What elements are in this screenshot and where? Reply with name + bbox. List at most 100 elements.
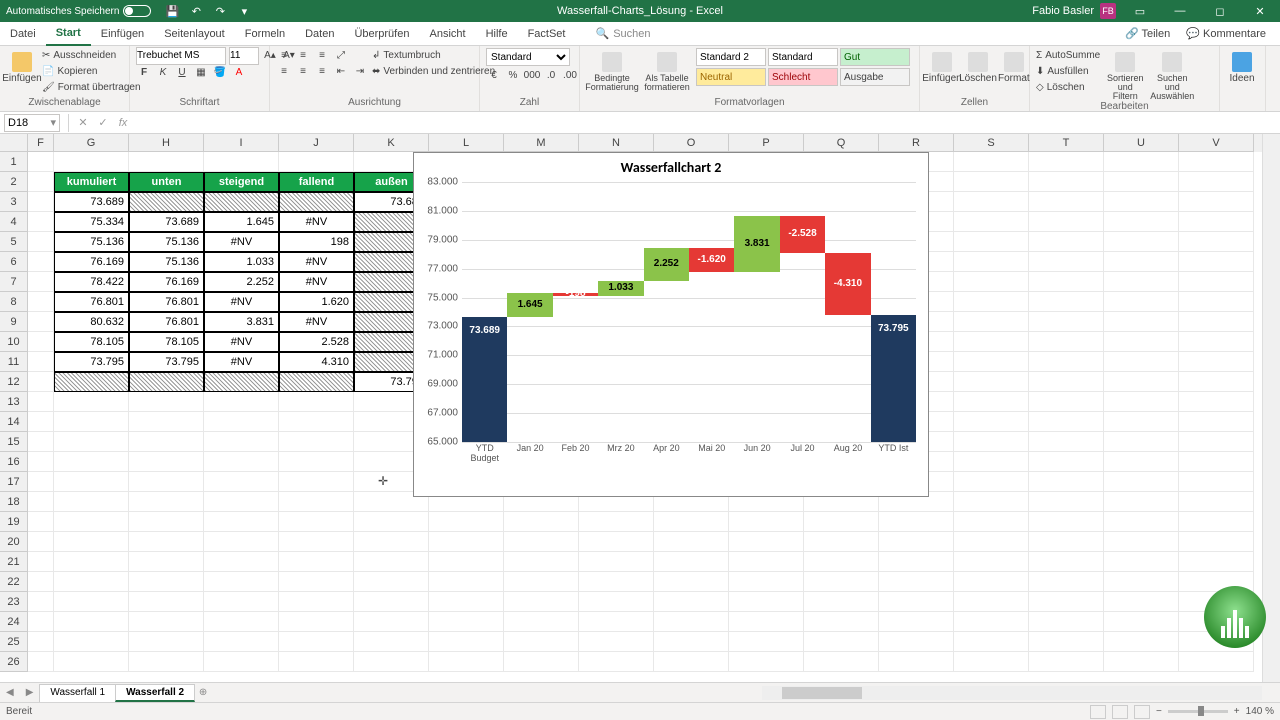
cell[interactable] [1029, 352, 1104, 372]
cell[interactable] [28, 292, 54, 312]
row-header[interactable]: 25 [0, 632, 28, 652]
cell[interactable] [354, 612, 429, 632]
cell[interactable] [879, 552, 954, 572]
cell[interactable] [129, 152, 204, 172]
share-button[interactable]: 🔗 Teilen [1119, 25, 1176, 42]
zoom-slider[interactable] [1168, 710, 1228, 713]
cell[interactable] [204, 392, 279, 412]
cell[interactable] [1029, 272, 1104, 292]
cell[interactable] [129, 512, 204, 532]
normal-view-icon[interactable] [1090, 705, 1106, 719]
cell[interactable] [1179, 292, 1254, 312]
cell[interactable]: 1.620 [279, 292, 354, 312]
cell[interactable] [879, 532, 954, 552]
italic-icon[interactable]: K [155, 65, 171, 81]
cell[interactable] [54, 432, 129, 452]
align-bottom-icon[interactable]: ≡ [314, 48, 330, 64]
clear-button[interactable]: ◇ Löschen [1036, 80, 1100, 95]
cell[interactable] [204, 552, 279, 572]
cell[interactable]: 1.645 [204, 212, 279, 232]
ribbon-tab-daten[interactable]: Daten [295, 22, 344, 45]
cell[interactable] [429, 512, 504, 532]
cell[interactable] [54, 592, 129, 612]
user-area[interactable]: Fabio Basler FB [1032, 3, 1120, 19]
col-header[interactable]: I [204, 134, 279, 152]
cell[interactable] [1029, 212, 1104, 232]
cell[interactable]: 75.136 [54, 232, 129, 252]
col-header[interactable]: K [354, 134, 429, 152]
cell[interactable] [28, 552, 54, 572]
cell[interactable] [1179, 172, 1254, 192]
cell[interactable] [954, 212, 1029, 232]
cell[interactable] [429, 652, 504, 672]
cell[interactable] [879, 512, 954, 532]
cell[interactable] [129, 392, 204, 412]
cell[interactable] [54, 632, 129, 652]
cell[interactable]: unten [129, 172, 204, 192]
select-all-corner[interactable] [0, 134, 28, 152]
cell-style-schlecht[interactable]: Schlecht [768, 68, 838, 86]
cell[interactable] [504, 572, 579, 592]
minimize-icon[interactable]: — [1160, 0, 1200, 22]
cell[interactable] [1104, 472, 1179, 492]
row-header[interactable]: 18 [0, 492, 28, 512]
cell[interactable] [504, 592, 579, 612]
paste-button[interactable]: Einfügen [6, 48, 38, 84]
cell[interactable] [729, 592, 804, 612]
cell[interactable] [54, 392, 129, 412]
col-header[interactable]: L [429, 134, 504, 152]
align-middle-icon[interactable]: ≡ [295, 48, 311, 64]
cell[interactable] [954, 252, 1029, 272]
cell[interactable] [579, 572, 654, 592]
format-cells-button[interactable]: Format [998, 48, 1030, 84]
cell[interactable] [1029, 452, 1104, 472]
cell[interactable] [879, 592, 954, 612]
horizontal-scrollbar[interactable] [762, 686, 1262, 700]
cell[interactable] [804, 632, 879, 652]
cell[interactable]: #NV [204, 352, 279, 372]
cell[interactable] [429, 612, 504, 632]
cell[interactable]: #NV [204, 232, 279, 252]
cell[interactable] [1104, 212, 1179, 232]
cell[interactable] [954, 352, 1029, 372]
qat-customize-icon[interactable]: ▾ [237, 4, 251, 18]
col-header[interactable]: P [729, 134, 804, 152]
cell[interactable] [129, 472, 204, 492]
cell[interactable] [504, 652, 579, 672]
cell[interactable] [654, 632, 729, 652]
col-header[interactable]: U [1104, 134, 1179, 152]
cell[interactable] [504, 552, 579, 572]
cell[interactable] [28, 452, 54, 472]
cell[interactable] [28, 632, 54, 652]
cell[interactable]: 80.632 [54, 312, 129, 332]
row-header[interactable]: 6 [0, 252, 28, 272]
cell[interactable] [204, 432, 279, 452]
cell[interactable] [354, 652, 429, 672]
user-avatar[interactable]: FB [1100, 3, 1116, 19]
border-icon[interactable]: ▦ [193, 65, 209, 81]
ribbon-tab-einfügen[interactable]: Einfügen [91, 22, 154, 45]
cell[interactable] [1029, 432, 1104, 452]
cell-style-gut[interactable]: Gut [840, 48, 910, 66]
row-headers[interactable]: 1234567891011121314151617181920212223242… [0, 152, 28, 672]
fill-color-icon[interactable]: 🪣 [212, 65, 228, 81]
cell[interactable] [129, 592, 204, 612]
cell[interactable] [204, 592, 279, 612]
cell[interactable] [129, 372, 204, 392]
autosave-toggle[interactable]: Automatisches Speichern [0, 5, 157, 17]
cell[interactable] [729, 632, 804, 652]
cell[interactable] [954, 572, 1029, 592]
cell[interactable] [1029, 192, 1104, 212]
cell[interactable] [579, 652, 654, 672]
cell[interactable] [804, 592, 879, 612]
cell[interactable] [279, 652, 354, 672]
cell[interactable] [1179, 272, 1254, 292]
cell[interactable]: 73.795 [129, 352, 204, 372]
row-header[interactable]: 14 [0, 412, 28, 432]
row-header[interactable]: 10 [0, 332, 28, 352]
comments-button[interactable]: 💬 Kommentare [1180, 25, 1272, 42]
cell[interactable] [204, 492, 279, 512]
cell[interactable] [1104, 612, 1179, 632]
cut-button[interactable]: ✂ Ausschneiden [42, 48, 141, 63]
cell[interactable] [28, 532, 54, 552]
